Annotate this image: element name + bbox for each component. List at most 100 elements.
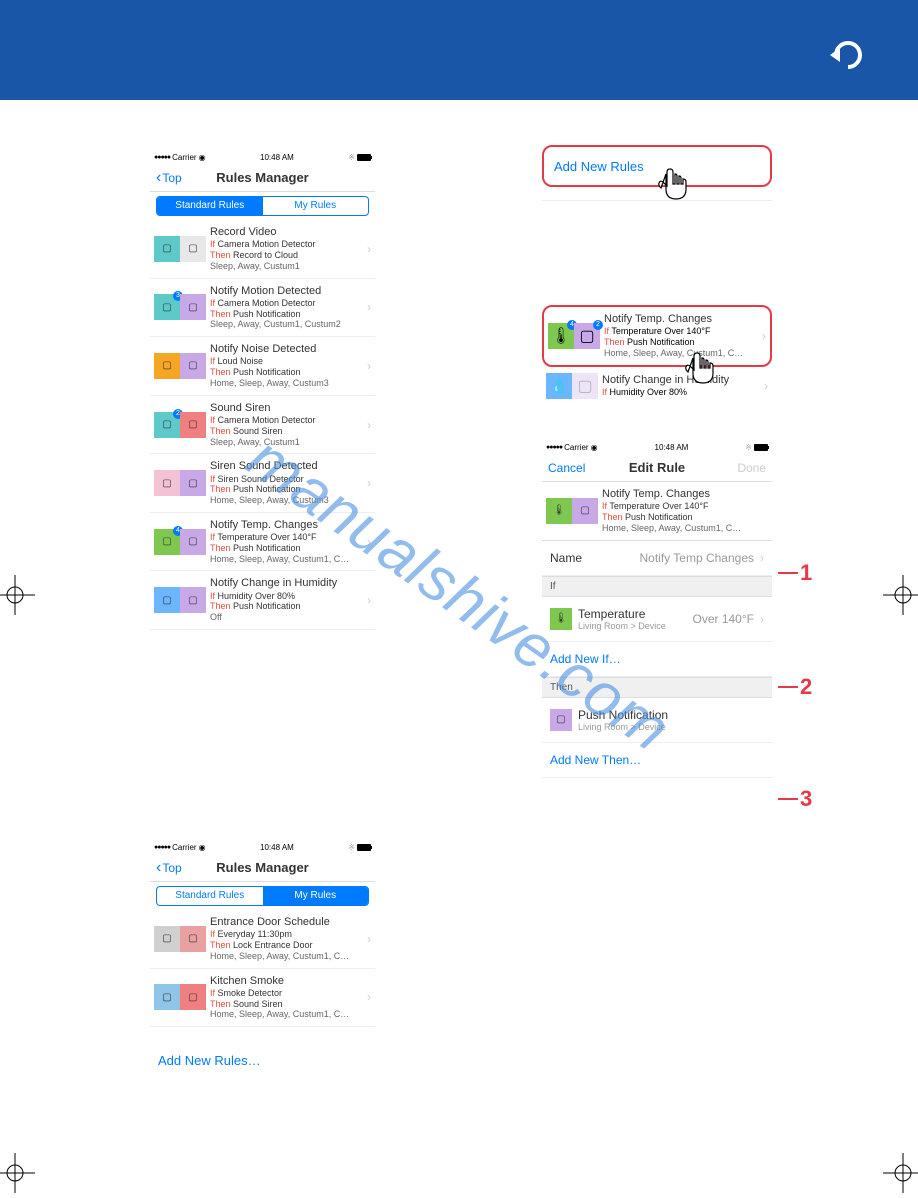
add-new-then-link[interactable]: Add New Then… — [542, 743, 772, 778]
nav-bar: ‹Top Rules Manager — [150, 164, 375, 192]
cancel-button[interactable]: Cancel — [548, 461, 585, 475]
carrier-text: Carrier — [172, 153, 196, 162]
then-action-row[interactable]: ▢ Push Notification Living Room > Device — [542, 698, 772, 743]
rule-title: Kitchen Smoke — [210, 975, 363, 988]
if-condition-row[interactable]: 🌡 Temperature Living Room > Device Over … — [542, 597, 772, 642]
undo-icon[interactable] — [828, 40, 868, 70]
rule-row[interactable]: ▢▢Notify Change in HumidityIf Humidity O… — [150, 571, 375, 630]
chevron-right-icon: › — [760, 551, 764, 565]
page-header — [0, 0, 918, 100]
chevron-right-icon: › — [367, 476, 371, 490]
rule-modes: Sleep, Away, Custum1, Custum2 — [210, 319, 363, 330]
rule-icon: ▢ — [180, 236, 206, 262]
phone-screenshot-standard-rules: ●●●●● Carrier ◉ 10:48 AM ※ ‹Top Rules Ma… — [150, 150, 375, 630]
status-bar: ●●●●● Carrier ◉ 10:48 AM ※ — [150, 840, 375, 854]
rule-row[interactable]: ▢4▢Notify Temp. ChangesIf Temperature Ov… — [150, 513, 375, 572]
notification-icon: 2▢ — [574, 323, 600, 349]
phone-screenshot-edit-rule: ●●●●● Carrier ◉ 10:48 AM ※ Cancel Edit R… — [542, 440, 772, 778]
rule-icon: ▢ — [180, 984, 206, 1010]
add-new-if-link[interactable]: Add New If… — [542, 642, 772, 677]
carrier-text: Carrier — [172, 843, 196, 852]
battery-icon — [357, 844, 371, 851]
chevron-right-icon: › — [367, 418, 371, 432]
bluetooth-icon: ※ — [348, 153, 355, 162]
chevron-right-icon: › — [367, 359, 371, 373]
wifi-icon: ◉ — [591, 443, 598, 452]
rule-icon: ▢ — [180, 294, 206, 320]
callout-label-3: 3 — [778, 786, 812, 812]
then-section-header: Then — [542, 677, 772, 698]
rule-row[interactable]: ▢▢Entrance Door ScheduleIf Everyday 11:3… — [150, 910, 375, 969]
add-new-rules-link[interactable]: Add New Rules… — [150, 1041, 375, 1080]
rule-row-highlighted[interactable]: 4🌡 2▢ Notify Temp. Changes If Temperatur… — [542, 305, 772, 367]
notification-icon: ▢ — [572, 498, 598, 524]
rule-row[interactable]: ▢2▢Sound SirenIf Camera Motion DetectorT… — [150, 396, 375, 455]
rule-icon: ▢ — [180, 587, 206, 613]
back-button[interactable]: ‹Top — [156, 859, 182, 877]
nav-title: Rules Manager — [216, 860, 308, 875]
rule-modes: Home, Sleep, Away, Custum1, C… — [210, 554, 363, 565]
rule-title: Siren Sound Detected — [210, 460, 363, 473]
signal-dots-icon: ●●●●● — [154, 154, 170, 161]
status-time: 10:48 AM — [655, 443, 689, 452]
rule-title: Sound Siren — [210, 402, 363, 415]
rule-title: Notify Noise Detected — [210, 343, 363, 356]
rule-row[interactable]: ▢▢Notify Noise DetectedIf Loud NoiseThen… — [150, 337, 375, 396]
rule-icon: ▢ — [180, 470, 206, 496]
rule-icon: ▢ — [180, 353, 206, 379]
rule-title: Entrance Door Schedule — [210, 916, 363, 929]
rule-modes: Sleep, Away, Custum1 — [210, 437, 363, 448]
tab-my-rules[interactable]: My Rules — [263, 887, 369, 905]
chevron-right-icon: › — [367, 990, 371, 1004]
nav-bar: Cancel Edit Rule Done — [542, 454, 772, 482]
rule-icon: ▢ — [180, 412, 206, 438]
chevron-left-icon: ‹ — [156, 859, 161, 877]
chevron-right-icon: › — [762, 329, 766, 343]
rule-icon: ▢ — [154, 587, 180, 613]
hand-cursor-icon — [678, 348, 722, 392]
tab-standard-rules[interactable]: Standard Rules — [157, 197, 263, 215]
rule-modes: Home, Sleep, Away, Custum3 — [210, 495, 363, 506]
rule-row[interactable]: 💧 ▢ Notify Change in Humidity If Humidit… — [542, 367, 772, 405]
signal-dots-icon: ●●●●● — [546, 444, 562, 451]
segmented-control: Standard Rules My Rules — [156, 196, 369, 216]
thermometer-icon: 🌡 — [546, 498, 572, 524]
carrier-text: Carrier — [564, 443, 588, 452]
tab-my-rules[interactable]: My Rules — [263, 197, 369, 215]
rule-row[interactable]: ▢▢Siren Sound DetectedIf Siren Sound Det… — [150, 454, 375, 513]
thermometer-icon: 4🌡 — [548, 323, 574, 349]
humidity-icon: 💧 — [546, 373, 572, 399]
chevron-right-icon: › — [760, 612, 764, 626]
status-bar: ●●●●● Carrier ◉ 10:48 AM ※ — [150, 150, 375, 164]
chevron-right-icon: › — [367, 535, 371, 549]
name-label: Name — [550, 551, 582, 565]
rule-title: Notify Motion Detected — [210, 285, 363, 298]
chevron-right-icon: › — [367, 242, 371, 256]
rule-row[interactable]: ▢3▢Notify Motion DetectedIf Camera Motio… — [150, 279, 375, 338]
signal-dots-icon: ●●●●● — [154, 844, 170, 851]
rule-icon: ▢ — [154, 236, 180, 262]
rule-icon: ▢4 — [154, 529, 180, 555]
rule-icon: ▢ — [154, 353, 180, 379]
done-button[interactable]: Done — [737, 461, 766, 475]
rule-row[interactable]: ▢▢Record VideoIf Camera Motion DetectorT… — [150, 220, 375, 279]
nav-title: Edit Rule — [629, 460, 685, 475]
rule-row[interactable]: ▢▢Kitchen SmokeIf Smoke DetectorThen Sou… — [150, 969, 375, 1028]
status-time: 10:48 AM — [260, 153, 294, 162]
crop-mark-icon — [883, 575, 918, 615]
back-button[interactable]: ‹Top — [156, 169, 182, 187]
rule-then-text: Push Notification — [627, 337, 695, 347]
chevron-right-icon: › — [764, 379, 768, 393]
rule-modes: Off — [210, 612, 363, 623]
rule-icon: ▢ — [154, 926, 180, 952]
bluetooth-icon: ※ — [348, 843, 355, 852]
tab-standard-rules[interactable]: Standard Rules — [157, 887, 263, 905]
segmented-control: Standard Rules My Rules — [156, 886, 369, 906]
wifi-icon: ◉ — [199, 843, 206, 852]
status-time: 10:48 AM — [260, 843, 294, 852]
chevron-right-icon: › — [367, 300, 371, 314]
rule-summary: 🌡 ▢ Notify Temp. Changes If Temperature … — [542, 482, 772, 541]
rule-if-text: Humidity Over 80% — [610, 387, 688, 397]
status-bar: ●●●●● Carrier ◉ 10:48 AM ※ — [542, 440, 772, 454]
name-row[interactable]: Name Notify Temp Changes› — [542, 541, 772, 576]
